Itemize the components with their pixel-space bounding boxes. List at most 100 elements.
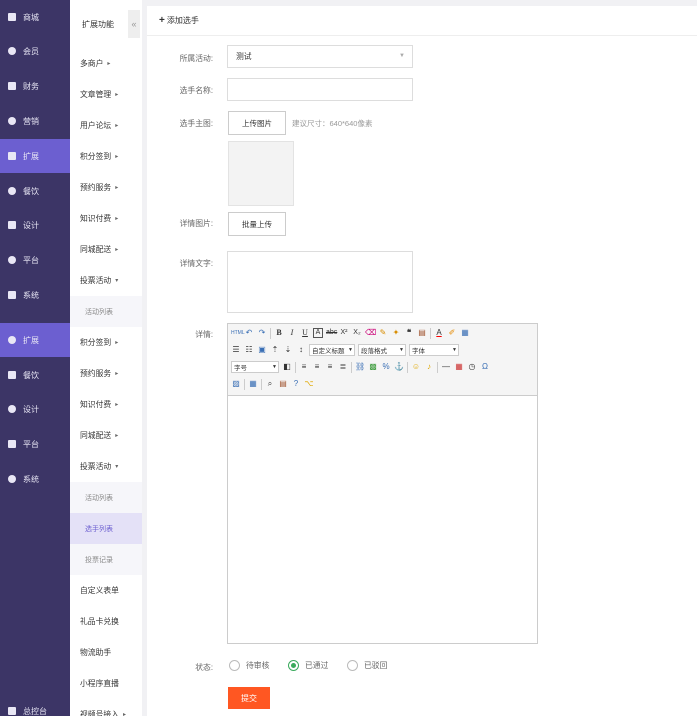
- eraser-icon[interactable]: ⌫: [365, 328, 376, 338]
- html-icon[interactable]: HTML: [231, 328, 245, 338]
- subnav-item-11[interactable]: 知识付费 ▸: [70, 389, 142, 420]
- emoji-icon[interactable]: ☺: [411, 362, 421, 372]
- highlight-icon[interactable]: ✐: [447, 328, 457, 338]
- redo-icon[interactable]: ↷: [257, 328, 267, 338]
- justify-icon[interactable]: ≣: [338, 362, 348, 372]
- select-all-icon[interactable]: ▦: [460, 328, 470, 338]
- status-radio-2[interactable]: 已驳回: [347, 660, 387, 671]
- subnav-item-14[interactable]: 活动列表: [70, 482, 142, 513]
- align-left-icon[interactable]: ≡: [299, 362, 309, 372]
- subnav-item-9[interactable]: 积分签到 ▸: [70, 327, 142, 358]
- subnav-item-5[interactable]: 知识付费 ▸: [70, 203, 142, 234]
- paste-text-icon[interactable]: ▤: [417, 328, 427, 338]
- nav-item-12[interactable]: 平台: [0, 427, 70, 461]
- nav-item-6[interactable]: 设计: [0, 208, 70, 242]
- blockquote-icon[interactable]: ❝: [404, 328, 414, 338]
- superscript-icon[interactable]: X²: [339, 328, 349, 338]
- submit-button[interactable]: 提交: [228, 687, 270, 709]
- row-spacing-top-icon[interactable]: ⇡: [270, 345, 280, 355]
- subscript-icon[interactable]: X₂: [352, 328, 362, 338]
- status-radio-0[interactable]: 待审核: [229, 660, 269, 671]
- strikethrough-icon[interactable]: abc: [326, 328, 337, 338]
- music-icon[interactable]: ♪: [424, 362, 434, 372]
- collapse-icon[interactable]: «: [128, 10, 140, 38]
- activity-select[interactable]: 测试 ▼: [227, 45, 413, 68]
- subnav-item-18[interactable]: 礼品卡兑换: [70, 606, 142, 637]
- nav-item-14[interactable]: 总控台: [0, 694, 70, 716]
- anchor-icon[interactable]: ⚓: [394, 362, 404, 372]
- nav-item-9[interactable]: 扩展: [0, 323, 70, 357]
- subnav-item-8[interactable]: 活动列表: [70, 296, 142, 327]
- subnav-item-10[interactable]: 预约服务 ▸: [70, 358, 142, 389]
- detail-textarea[interactable]: [227, 251, 413, 313]
- map-icon[interactable]: ▨: [231, 379, 241, 389]
- nav-item-2[interactable]: 财务: [0, 69, 70, 103]
- nav-item-13[interactable]: 系统: [0, 462, 70, 496]
- caret-icon: ▾: [115, 278, 119, 284]
- subnav-item-21[interactable]: 视频号接入 ▸: [70, 699, 142, 716]
- line-height-icon[interactable]: ↕: [296, 345, 306, 355]
- upload-image-button[interactable]: 上传图片: [228, 111, 286, 135]
- subnav-item-15[interactable]: 选手列表: [70, 513, 142, 544]
- status-radio-1[interactable]: 已通过: [288, 660, 328, 671]
- nav-item-11[interactable]: 设计: [0, 392, 70, 426]
- subnav-item-20[interactable]: 小程序直播: [70, 668, 142, 699]
- help-icon[interactable]: ?: [291, 379, 301, 389]
- direction-icon[interactable]: ◧: [282, 362, 292, 372]
- link-icon[interactable]: ⛓: [355, 362, 365, 372]
- subnav-item-13[interactable]: 投票活动 ▾: [70, 451, 142, 482]
- format-brush-icon[interactable]: ✎: [378, 328, 388, 338]
- rich-text-editor[interactable]: HTML ↶ ↷ B I U A abc X² X₂ ⌫ ✎ ✦ ❝ ▤ A ✐…: [227, 323, 538, 644]
- date-icon[interactable]: ▦: [454, 362, 464, 372]
- nav-item-4[interactable]: 扩展: [0, 139, 70, 173]
- subnav-item-16[interactable]: 投票记录: [70, 544, 142, 575]
- code-icon[interactable]: ⌥: [304, 379, 314, 389]
- font-size-select[interactable]: 字号 ▼: [231, 361, 279, 373]
- template-icon[interactable]: ▤: [278, 379, 288, 389]
- font-color-icon[interactable]: A: [434, 328, 444, 338]
- align-right-icon[interactable]: ≡: [325, 362, 335, 372]
- bold-icon[interactable]: B: [274, 328, 284, 338]
- paragraph-select[interactable]: 段落格式 ▼: [358, 344, 406, 356]
- time-icon[interactable]: ◷: [467, 362, 477, 372]
- unlink-icon[interactable]: %: [381, 362, 391, 372]
- subnav-item-6[interactable]: 同城配送 ▸: [70, 234, 142, 265]
- nav-item-3[interactable]: 营销: [0, 104, 70, 138]
- horizontal-rule-icon[interactable]: —: [441, 362, 451, 372]
- align-center-icon[interactable]: ≡: [312, 362, 322, 372]
- font-family-select[interactable]: 字体 ▼: [409, 344, 459, 356]
- clear-doc-icon[interactable]: ▣: [257, 345, 267, 355]
- search-replace-icon[interactable]: ⌕: [265, 379, 275, 389]
- underline-icon[interactable]: U: [300, 328, 310, 338]
- subnav-item-7[interactable]: 投票活动 ▾: [70, 265, 142, 296]
- ordered-list-icon[interactable]: ☰: [231, 345, 241, 355]
- italic-icon[interactable]: I: [287, 328, 297, 338]
- row-spacing-bottom-icon[interactable]: ⇣: [283, 345, 293, 355]
- subnav-item-17[interactable]: 自定义表单: [70, 575, 142, 606]
- autotype-icon[interactable]: ✦: [391, 328, 401, 338]
- subnav-item-4[interactable]: 预约服务 ▸: [70, 172, 142, 203]
- nav-item-5[interactable]: 餐饮: [0, 174, 70, 208]
- border-icon[interactable]: A: [313, 328, 323, 338]
- image-icon[interactable]: ▩: [368, 362, 378, 372]
- batch-upload-button[interactable]: 批量上传: [228, 212, 286, 236]
- special-chars-icon[interactable]: Ω: [480, 362, 490, 372]
- name-input[interactable]: [227, 78, 413, 101]
- custom-title-select[interactable]: 自定义标题 ▼: [309, 344, 355, 356]
- subnav-item-3[interactable]: 积分签到 ▸: [70, 141, 142, 172]
- subnav-item-0[interactable]: 多商户 ▸: [70, 48, 142, 79]
- undo-icon[interactable]: ↶: [244, 328, 254, 338]
- nav-item-8[interactable]: 系统: [0, 278, 70, 312]
- nav-item-0[interactable]: 商城: [0, 0, 70, 34]
- unordered-list-icon[interactable]: ☷: [244, 345, 254, 355]
- table-icon[interactable]: ▦: [248, 379, 258, 389]
- subnav-item-1[interactable]: 文章管理 ▸: [70, 79, 142, 110]
- status-radio-label: 已通过: [305, 661, 329, 670]
- subnav-item-19[interactable]: 物流助手: [70, 637, 142, 668]
- image-preview[interactable]: [228, 141, 294, 206]
- nav-item-10[interactable]: 餐饮: [0, 358, 70, 392]
- nav-item-7[interactable]: 平台: [0, 243, 70, 277]
- nav-item-1[interactable]: 会员: [0, 34, 70, 68]
- subnav-item-12[interactable]: 同城配送 ▸: [70, 420, 142, 451]
- subnav-item-2[interactable]: 用户论坛 ▸: [70, 110, 142, 141]
